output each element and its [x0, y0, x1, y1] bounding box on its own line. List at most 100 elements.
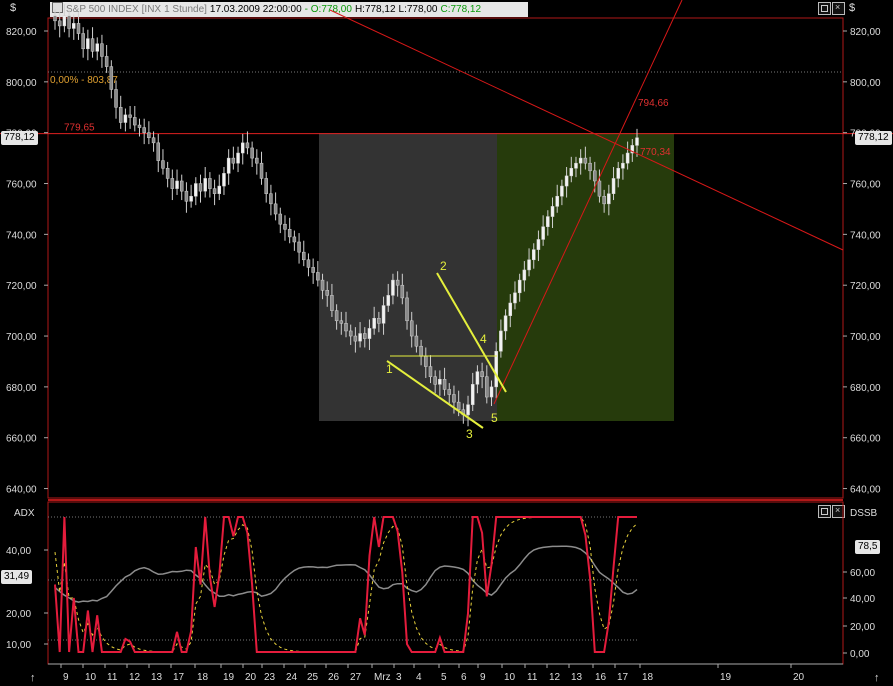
time-label: 10	[85, 672, 97, 683]
price-label-right: 800,00	[850, 78, 881, 89]
candle-body	[583, 157, 588, 164]
wave-label-5: 5	[491, 411, 498, 425]
candle-body	[625, 152, 630, 164]
time-label: 19	[223, 672, 235, 683]
time-label: 9	[63, 672, 69, 683]
candle-body	[344, 323, 348, 332]
candle-body	[405, 297, 409, 322]
candle-body	[480, 371, 484, 377]
trendline-label-2: 770,34	[640, 147, 671, 158]
time-label: 24	[286, 672, 298, 683]
dss-line	[54, 516, 637, 653]
candle-body	[118, 107, 123, 123]
candle-body	[250, 147, 254, 159]
candle-body	[508, 302, 513, 316]
candle-body	[264, 178, 268, 194]
candle-body	[578, 157, 583, 164]
time-label: 18	[642, 672, 654, 683]
candle-body	[151, 137, 156, 144]
adx-label: ADX	[14, 508, 35, 519]
candle-body	[76, 23, 81, 34]
candle-body	[231, 157, 236, 164]
candle-body	[391, 279, 395, 296]
candle-body	[536, 239, 541, 250]
candle-body	[245, 142, 250, 149]
candle-body	[541, 226, 545, 240]
candle-body	[522, 269, 527, 281]
candle-body	[452, 394, 456, 403]
candle-body	[212, 188, 217, 194]
candle-body	[259, 162, 264, 179]
time-label: 10	[504, 672, 516, 683]
price-label-left: 800,00	[6, 78, 37, 89]
candle-body	[316, 272, 320, 281]
price-label-left: 760,00	[6, 180, 37, 191]
time-label: 9	[480, 672, 486, 683]
candle-body	[386, 295, 390, 306]
candle-body	[503, 315, 508, 332]
dss-label: DSSB	[850, 508, 878, 519]
chart-canvas[interactable]: 0,00% - 803,87779,65 794,66770,3412345 8…	[0, 0, 893, 686]
candle-body	[597, 180, 602, 197]
dss-value-tag: 78,5	[855, 540, 881, 554]
candle-body	[217, 185, 222, 194]
adx-axis-label: 10,00	[6, 640, 31, 651]
candle-body	[555, 195, 559, 207]
time-label: 26	[328, 672, 340, 683]
candle-body	[133, 117, 137, 126]
candle-body	[179, 180, 184, 192]
time-label: 20	[245, 672, 257, 683]
time-label: 3	[396, 672, 402, 683]
candle-body	[236, 152, 240, 164]
candle-body	[90, 38, 95, 52]
wave-label-2: 2	[440, 259, 447, 273]
candle-body	[602, 195, 606, 205]
candle-body	[240, 142, 245, 154]
candle-body	[363, 333, 367, 339]
candle-body	[621, 162, 625, 169]
candle-body	[100, 43, 104, 57]
candle-body	[128, 114, 132, 118]
candle-body	[433, 376, 437, 385]
candle-body	[456, 401, 461, 411]
candle-body	[330, 295, 334, 311]
wave-label-1: 1	[386, 362, 393, 376]
scroll-left-arrow-icon[interactable]: ↑	[30, 672, 36, 684]
candle-body	[531, 249, 536, 261]
candle-body	[278, 213, 283, 225]
candle-body	[292, 236, 297, 243]
candle-body	[161, 160, 165, 169]
candle-body	[208, 178, 212, 189]
adx-axis-label: 40,00	[6, 546, 31, 557]
candle-body	[137, 124, 142, 128]
candle-body	[419, 345, 423, 357]
candle-body	[485, 376, 489, 398]
candle-body	[306, 259, 311, 268]
candle-body	[513, 292, 517, 304]
candle-body	[311, 267, 315, 273]
time-label: 12	[549, 672, 561, 683]
candle-body	[593, 170, 597, 182]
candle-body	[569, 168, 574, 177]
candle-body	[334, 310, 339, 322]
scroll-right-arrow-icon[interactable]: ↑	[874, 672, 880, 684]
dss-signal-line	[54, 516, 638, 653]
price-label-right: 740,00	[850, 230, 881, 241]
candle-body	[470, 384, 475, 405]
candle-body	[348, 330, 353, 337]
time-label: 18	[197, 672, 209, 683]
time-label: 23	[264, 672, 276, 683]
candle-body	[358, 333, 362, 342]
candle-body	[588, 162, 592, 172]
price-label-left: 660,00	[6, 434, 37, 445]
candle-body	[287, 229, 292, 238]
dss-axis-label: 40,00	[850, 594, 875, 605]
candle-body	[273, 203, 278, 215]
candle-body	[194, 183, 198, 197]
price-label-right: 640,00	[850, 485, 881, 496]
candle-body	[320, 279, 325, 291]
candle-body	[546, 216, 550, 227]
chart-window: $ $ S&P 500 INDEX [INX 1 Stunde] 17.03.2009…	[0, 0, 893, 686]
time-label: 25	[307, 672, 319, 683]
candle-body	[72, 23, 76, 29]
